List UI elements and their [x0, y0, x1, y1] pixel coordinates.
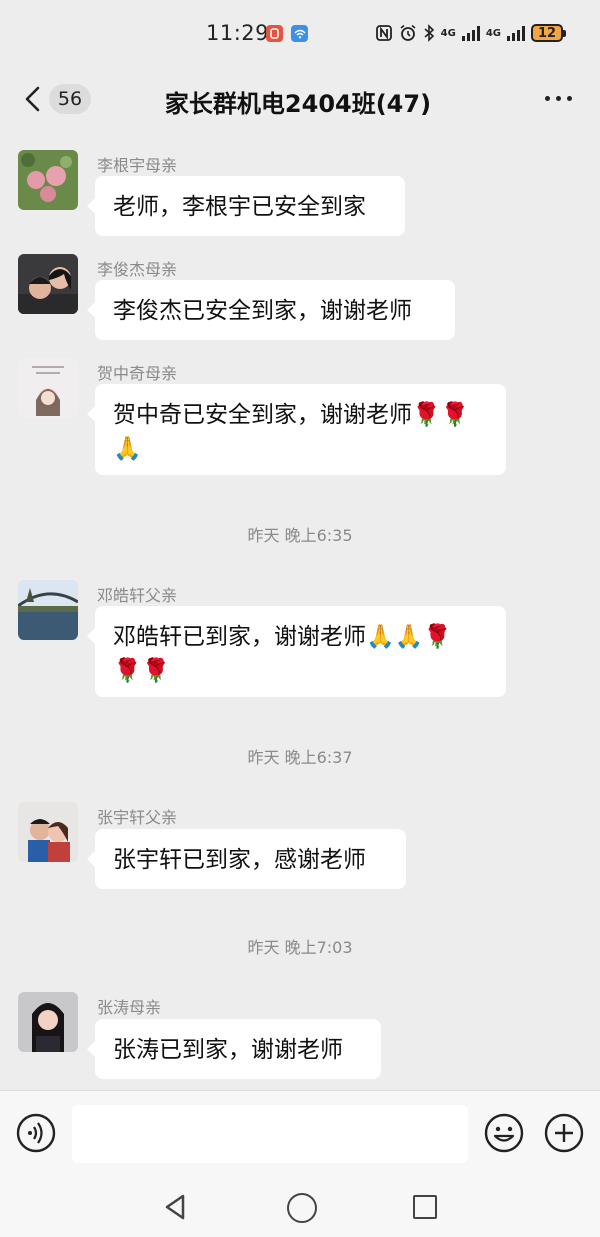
sender-name: 张涛母亲 — [97, 998, 162, 1017]
status-bar: 11:29 4G 4G 12 — [0, 0, 600, 70]
system-nav-bar — [0, 1178, 600, 1237]
chat-title: 家长群机电2404班(47) — [0, 84, 600, 119]
nav-home-icon[interactable] — [287, 1193, 317, 1223]
message-bubble[interactable]: 贺中奇已安全到家，谢谢老师🌹🌹 🙏 — [87, 384, 506, 475]
chat-title-text: 家长群机电2404班(47) — [164, 90, 432, 118]
wifi-app-icon — [291, 25, 308, 42]
timestamp: 昨天 晚上6:37 — [247, 748, 353, 767]
message-line: 邓皓轩已到家，谢谢老师🙏🙏🌹 — [113, 624, 452, 650]
bluetooth-icon — [424, 24, 434, 42]
notification-app-icon — [266, 25, 283, 42]
sender-name: 李俊杰母亲 — [97, 260, 178, 279]
message-line: 🌹🌹 — [113, 658, 171, 684]
signal-icon — [461, 25, 480, 41]
avatar[interactable] — [18, 580, 78, 640]
more-options-icon[interactable] — [545, 96, 572, 101]
sender-name: 贺中奇母亲 — [97, 364, 178, 383]
alarm-icon — [400, 24, 416, 41]
battery-level: 12 — [531, 24, 563, 42]
message-bubble[interactable]: 张宇轩已到家，感谢老师 — [87, 829, 406, 889]
avatar[interactable] — [18, 802, 78, 862]
avatar[interactable] — [18, 992, 78, 1052]
message-bubble[interactable]: 李俊杰已安全到家，谢谢老师 — [87, 280, 455, 340]
nav-recents-icon[interactable] — [413, 1195, 437, 1219]
message-line: 贺中奇已安全到家，谢谢老师🌹🌹 — [113, 402, 470, 428]
add-attachment-icon[interactable] — [544, 1113, 584, 1153]
network-label-2: 4G — [485, 27, 501, 39]
battery-icon: 12 — [531, 24, 566, 42]
message-bubble[interactable]: 老师，李根宇已安全到家 — [87, 176, 405, 236]
avatar[interactable] — [18, 150, 78, 210]
message-bubble[interactable]: 张涛已到家，谢谢老师 — [87, 1019, 381, 1079]
timestamp: 昨天 晚上6:35 — [247, 526, 353, 545]
avatar[interactable] — [18, 358, 78, 418]
sender-name: 李根宇母亲 — [97, 156, 178, 175]
message-bubble[interactable]: 邓皓轩已到家，谢谢老师🙏🙏🌹 🌹🌹 — [87, 606, 506, 697]
voice-input-icon[interactable] — [16, 1113, 56, 1153]
message-composer — [0, 1090, 600, 1179]
nfc-icon — [375, 25, 392, 41]
message-line: 🙏 — [113, 436, 142, 462]
signal-icon-2 — [507, 25, 525, 41]
timestamp: 昨天 晚上7:03 — [247, 938, 353, 957]
network-label-1: 4G — [440, 27, 456, 39]
sender-name: 张宇轩父亲 — [97, 808, 178, 827]
avatar[interactable] — [18, 254, 78, 314]
message-input[interactable] — [72, 1105, 468, 1163]
nav-back-icon[interactable] — [162, 1193, 190, 1221]
status-time: 11:29 — [206, 21, 270, 45]
sender-name: 邓皓轩父亲 — [97, 586, 178, 605]
emoji-icon[interactable] — [484, 1113, 524, 1153]
